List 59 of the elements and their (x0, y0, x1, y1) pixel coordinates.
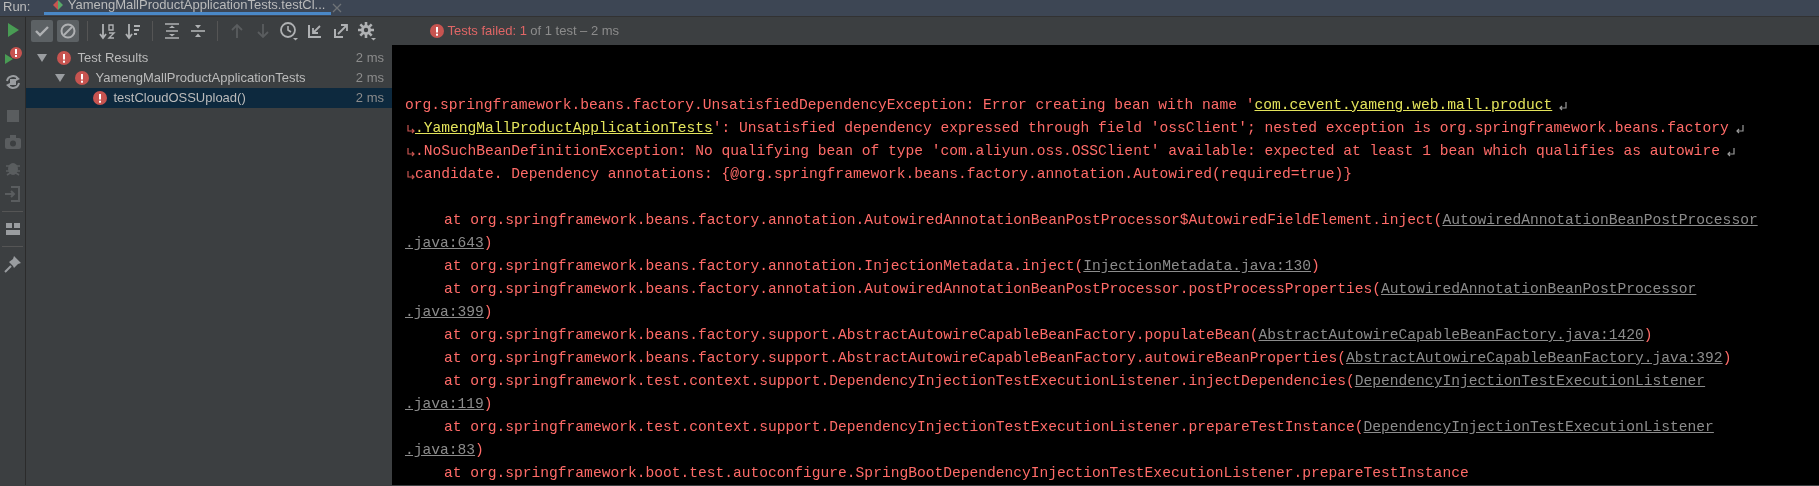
log-text: ) (483, 234, 493, 253)
log-text: at org.springframework.beans.factory.annotation.AutowiredAnnotationBeanPostProcessor$AutowiredFieldElement.inject( (444, 211, 1443, 230)
file-link[interactable]: InjectionMetadata.java:130 (1083, 255, 1311, 278)
run-label: Run: (2, 0, 31, 14)
duration-text: 2 ms (355, 69, 384, 87)
file-link[interactable]: .java:119 (405, 393, 484, 416)
toggle-auto-test-icon[interactable] (3, 72, 23, 92)
status-failed-text: Tests failed: 1 (447, 22, 527, 41)
log-text: at org.springframework.beans.factory.annotation.AutowiredAnnotationBeanPostProcessor.postProcessProperties( (444, 280, 1382, 299)
clock-button[interactable] (278, 19, 301, 42)
expanded-arrow-icon[interactable] (36, 52, 48, 64)
log-text: at org.springframework.test.context.support.DependencyInjectionTestExecutionListener.injectDependencies( (444, 372, 1355, 391)
log-text: org.springframework.beans.factory.UnsatisfiedDependencyException: Error creating bean with name ' (405, 96, 1255, 115)
file-link[interactable]: AutowiredAnnotationBeanPostProcessor (1442, 209, 1758, 232)
settings-icon (357, 20, 378, 41)
file-link[interactable]: .java:399 (405, 301, 484, 324)
close-icon[interactable] (331, 2, 344, 14)
rerun-failed-icon[interactable] (3, 46, 23, 66)
settings-button[interactable] (356, 19, 379, 42)
file-link[interactable]: AutowiredAnnotationBeanPostProcessor (1381, 278, 1697, 301)
tree-row[interactable]: Test Results 2 ms (26, 48, 392, 68)
log-text: ) (483, 395, 493, 414)
log-text: at org.springframework.test.context.support.DependencyInjectionTestExecutionListener.prepareTestInstance( (444, 418, 1364, 437)
tree-row[interactable]: YamengMallProductApplicationTests 2 ms (26, 68, 392, 88)
log-text: at org.springframework.beans.factory.support.AbstractAutowireCapableBeanFactory.autowireBeanProperties( (444, 349, 1347, 368)
clock-icon (279, 20, 300, 41)
file-link[interactable]: .java:643 (405, 232, 484, 255)
log-text: .NoSuchBeanDefinitionException: No qualifying bean of type 'com.aliyun.oss.OSSClient' available: expected at least 1 bean which qualifies as autowire (415, 142, 1720, 161)
duration-text: 2 ms (355, 49, 384, 67)
status-summary-text: of 1 test – 2 ms (530, 22, 620, 41)
file-link[interactable]: DependencyInjectionTestExecutionListener (1354, 370, 1706, 393)
log-text: ) (1311, 257, 1320, 276)
log-text: ) (483, 303, 493, 322)
tree-row[interactable]: testCloudOSSUpload() 2 ms (26, 88, 392, 108)
file-link[interactable]: DependencyInjectionTestExecutionListener (1363, 416, 1714, 439)
error-icon (430, 23, 445, 38)
ignored-button[interactable] (57, 19, 80, 42)
log-text: ': Unsatisfied dependency expressed through field 'ossClient'; nested exception is org.springframework.beans.factory (712, 119, 1729, 138)
tree-label: YamengMallProductApplicationTests (95, 69, 306, 87)
duration-text: 2 ms (355, 89, 384, 107)
log-text: ) (1722, 349, 1732, 368)
tree-label: Test Results (77, 49, 149, 67)
class-link[interactable]: com.cevent.yameng.web.mall.product (1254, 94, 1553, 117)
log-text: at org.springframework.beans.factory.support.AbstractAutowireCapableBeanFactory.populateBean( (444, 326, 1259, 345)
log-text: at org.springframework.boot.test.autoconfigure.SpringBootDependencyInjectionTestExecutionListener.prepareTestInstance (444, 464, 1469, 483)
file-link[interactable]: AbstractAutowireCapableBeanFactory.java:1420 (1258, 324, 1644, 347)
log-text: ) (1643, 326, 1653, 345)
checkmark-button[interactable] (31, 19, 54, 42)
class-link[interactable]: .YamengMallProductApplicationTests (415, 117, 713, 140)
log-text: candidate. Dependency annotations: {@org.springframework.beans.factory.annotation.Autowired(required=true)} (415, 165, 1353, 184)
log-text: ) (475, 441, 484, 460)
expanded-arrow-icon[interactable] (54, 72, 66, 84)
pin-icon[interactable] (3, 254, 23, 274)
file-link[interactable]: .java:83 (405, 439, 476, 462)
file-link[interactable]: AbstractAutowireCapableBeanFactory.java:392 (1346, 347, 1723, 370)
run-config-icon (52, 0, 65, 11)
run-tab[interactable]: YamengMallProductApplicationTests.testCl... (44, 0, 332, 15)
log-text: at org.springframework.beans.factory.annotation.InjectionMetadata.inject( (444, 257, 1084, 276)
tree-label: testCloudOSSUpload() (113, 89, 246, 107)
